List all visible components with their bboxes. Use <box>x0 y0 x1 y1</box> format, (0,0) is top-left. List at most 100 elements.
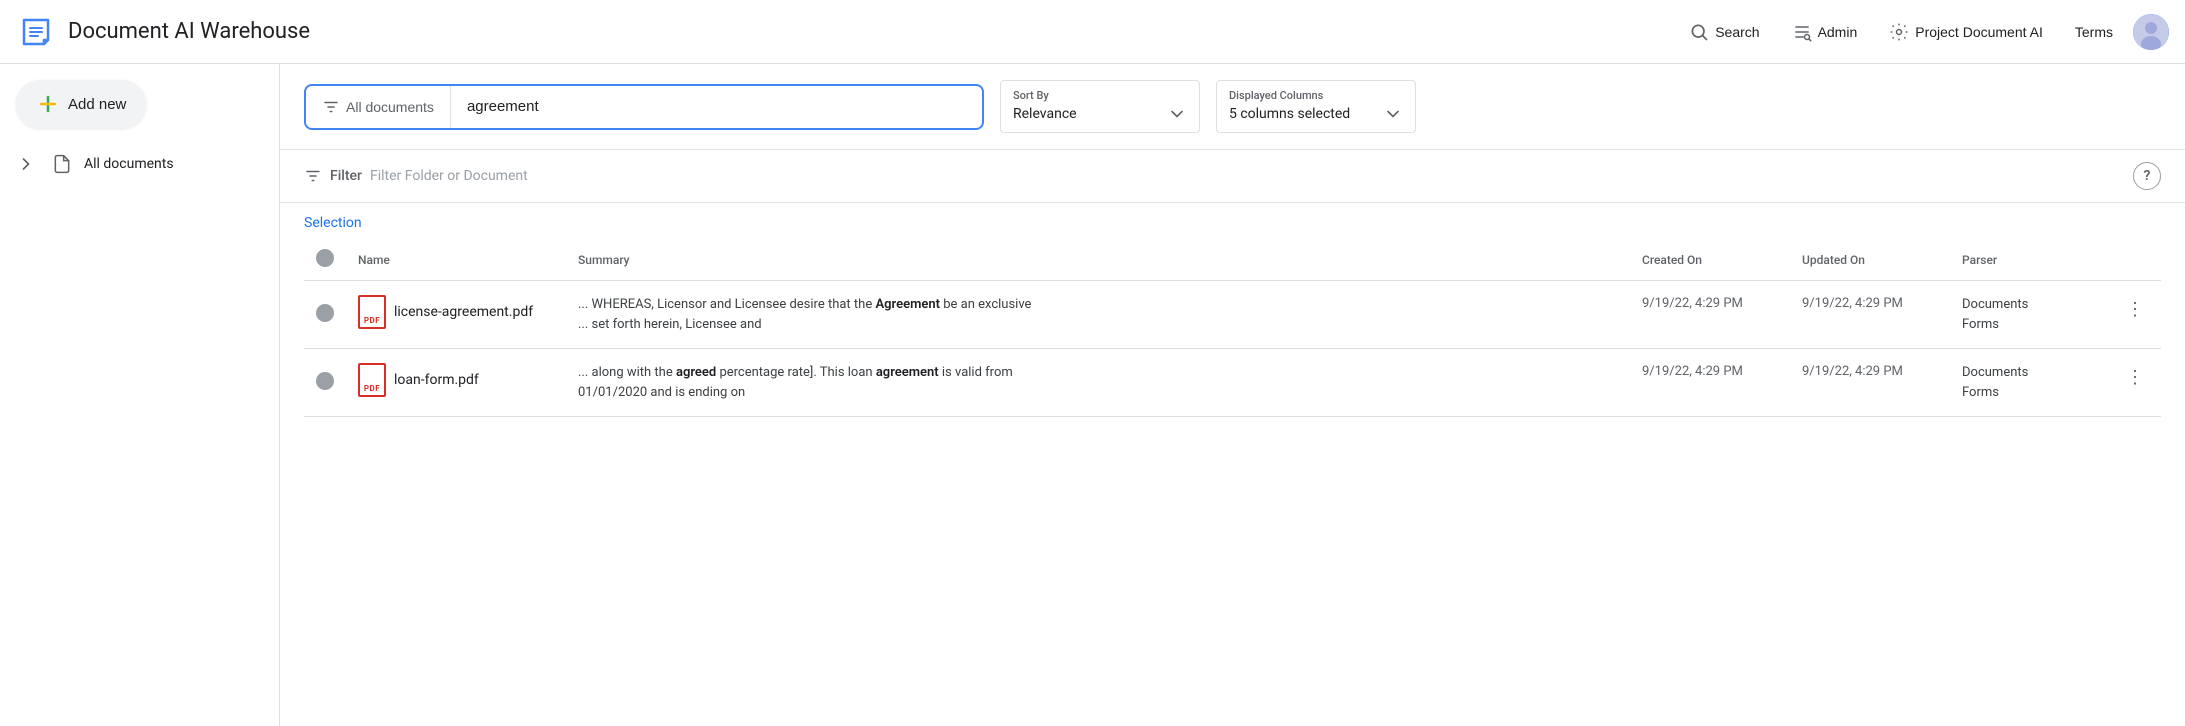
app-logo-icon <box>16 12 56 52</box>
col-header-created-on: Created On <box>1630 239 1790 281</box>
row-parser-cell: DocumentsForms <box>1950 281 2110 349</box>
filter-row: Filter Filter Folder or Document ? <box>280 150 2185 203</box>
summary-plain: ... along with the <box>578 365 676 380</box>
search-box: All documents <box>304 84 984 130</box>
pdf-icon-body: PDF <box>358 363 386 397</box>
more-options-icon: ⋮ <box>2126 367 2145 388</box>
columns-label: Displayed Columns <box>1229 89 1403 102</box>
summary-bold: agreement <box>876 365 939 380</box>
parser-value: DocumentsForms <box>1962 363 2098 402</box>
row-actions-button[interactable]: ⋮ <box>2122 295 2149 324</box>
row-actions-cell: ⋮ <box>2110 281 2161 349</box>
help-button[interactable]: ? <box>2133 162 2161 190</box>
summary-text: ... WHEREAS, Licensor and Licensee desir… <box>578 295 1038 334</box>
chevron-down-icon <box>1167 104 1187 124</box>
row-checkbox-cell <box>304 281 346 349</box>
sidebar-item-label: All documents <box>84 156 174 172</box>
top-nav: Document AI Warehouse Search Admin Pr <box>0 0 2185 64</box>
row-updated-cell: 9/19/22, 4:29 PM <box>1790 349 1950 417</box>
sort-by-dropdown[interactable]: Sort By Relevance <box>1000 80 1200 133</box>
summary-text: ... along with the agreed percentage rat… <box>578 363 1038 402</box>
row-checkbox-cell <box>304 349 346 417</box>
add-new-button[interactable]: Add new <box>16 80 146 128</box>
app-title: Document AI Warehouse <box>68 19 310 44</box>
updated-date: 9/19/22, 4:29 PM <box>1802 296 1903 311</box>
sort-by-label: Sort By <box>1013 89 1187 102</box>
updated-date: 9/19/22, 4:29 PM <box>1802 364 1903 379</box>
pdf-icon-body: PDF <box>358 295 386 329</box>
avatar-image <box>2133 14 2169 50</box>
document-filename[interactable]: license-agreement.pdf <box>394 304 533 320</box>
row-created-cell: 9/19/22, 4:29 PM <box>1630 281 1790 349</box>
admin-nav-label: Admin <box>1818 24 1858 40</box>
filter-label: Filter <box>330 168 362 184</box>
row-actions-cell: ⋮ <box>2110 349 2161 417</box>
avatar[interactable] <box>2133 14 2169 50</box>
col-header-name: Name <box>346 239 566 281</box>
row-name-cell: PDF license-agreement.pdf <box>346 281 566 349</box>
col-header-updated-on: Updated On <box>1790 239 1950 281</box>
admin-nav-button[interactable]: Admin <box>1780 14 1870 50</box>
pdf-name-wrap: PDF loan-form.pdf <box>358 363 554 397</box>
search-nav-label: Search <box>1715 24 1759 40</box>
document-icon <box>52 154 72 174</box>
sidebar-item-all-documents[interactable]: All documents <box>0 144 279 184</box>
chevron-down-icon-2 <box>1383 104 1403 124</box>
row-summary-cell: ... along with the agreed percentage rat… <box>566 349 1630 417</box>
row-created-cell: 9/19/22, 4:29 PM <box>1630 349 1790 417</box>
all-documents-filter-label: All documents <box>346 99 434 115</box>
row-name-cell: PDF loan-form.pdf <box>346 349 566 417</box>
sort-by-value: Relevance <box>1013 106 1077 122</box>
col-header-actions <box>2110 239 2161 281</box>
pdf-name-wrap: PDF license-agreement.pdf <box>358 295 554 329</box>
admin-icon <box>1792 22 1812 42</box>
add-new-icon <box>36 92 60 116</box>
row-checkbox[interactable] <box>316 372 334 390</box>
gear-icon <box>1889 22 1909 42</box>
row-summary-cell: ... WHEREAS, Licensor and Licensee desir… <box>566 281 1630 349</box>
table-row: PDF license-agreement.pdf ... WHEREAS, L… <box>304 281 2161 349</box>
search-icon <box>1689 22 1709 42</box>
more-options-icon: ⋮ <box>2126 299 2145 320</box>
displayed-columns-dropdown[interactable]: Displayed Columns 5 columns selected <box>1216 80 1416 133</box>
select-all-checkbox[interactable] <box>316 249 334 267</box>
filter-placeholder: Filter Folder or Document <box>370 168 528 184</box>
table-header-row: Name Summary Created On Updated On Parse… <box>304 239 2161 281</box>
add-new-label: Add new <box>68 96 126 113</box>
terms-nav-button[interactable]: Terms <box>2063 16 2125 48</box>
selection-link[interactable]: Selection <box>304 203 362 239</box>
parser-value: DocumentsForms <box>1962 295 2098 334</box>
pdf-icon: PDF <box>358 295 386 329</box>
logo-area: Document AI Warehouse <box>16 12 1677 52</box>
row-parser-cell: DocumentsForms <box>1950 349 2110 417</box>
table-row: PDF loan-form.pdf ... along with the agr… <box>304 349 2161 417</box>
row-updated-cell: 9/19/22, 4:29 PM <box>1790 281 1950 349</box>
search-row: All documents Sort By Relevance Displaye… <box>304 80 2161 133</box>
filter-lines-icon <box>322 98 340 116</box>
pdf-icon: PDF <box>358 363 386 397</box>
chevron-right-icon <box>16 154 36 174</box>
project-nav-button[interactable]: Project Document AI <box>1877 14 2055 50</box>
row-checkbox[interactable] <box>316 304 334 322</box>
summary-plain: percentage rate]. This loan <box>716 365 876 380</box>
all-documents-filter-button[interactable]: All documents <box>306 86 451 128</box>
pdf-text-label: PDF <box>364 384 380 393</box>
created-date: 9/19/22, 4:29 PM <box>1642 296 1743 311</box>
col-header-parser: Parser <box>1950 239 2110 281</box>
sidebar: Add new All documents <box>0 64 280 726</box>
project-nav-label: Project Document AI <box>1915 24 2043 40</box>
col-header-summary: Summary <box>566 239 1630 281</box>
main-layout: Add new All documents <box>0 64 2185 726</box>
filter-icon <box>304 167 322 185</box>
search-input[interactable] <box>451 86 982 127</box>
columns-value: 5 columns selected <box>1229 106 1350 122</box>
created-date: 9/19/22, 4:29 PM <box>1642 364 1743 379</box>
pdf-text-label: PDF <box>364 316 380 325</box>
row-actions-button[interactable]: ⋮ <box>2122 363 2149 392</box>
terms-nav-label: Terms <box>2075 24 2113 40</box>
search-section: All documents Sort By Relevance Displaye… <box>280 64 2185 150</box>
document-filename[interactable]: loan-form.pdf <box>394 372 479 388</box>
col-header-checkbox <box>304 239 346 281</box>
search-nav-button[interactable]: Search <box>1677 14 1771 50</box>
filter-left: Filter Filter Folder or Document <box>304 167 528 185</box>
